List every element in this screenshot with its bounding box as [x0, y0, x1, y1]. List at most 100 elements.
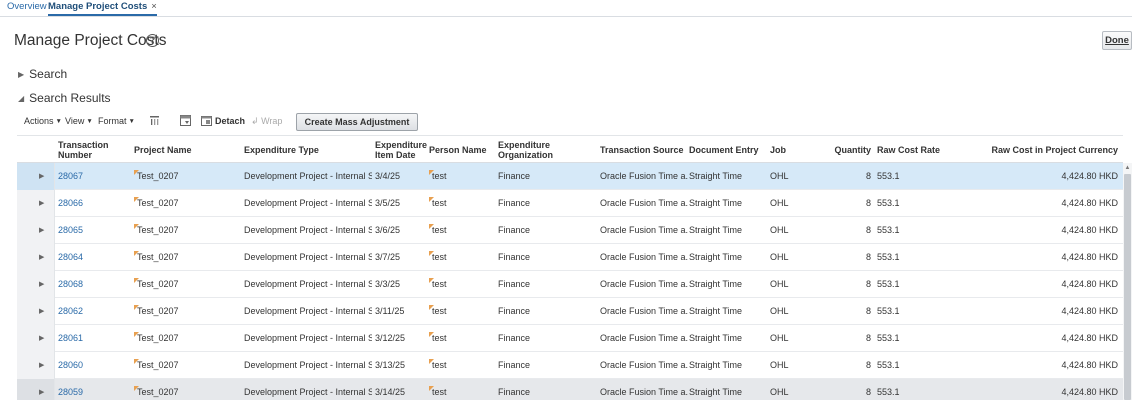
table-row[interactable]: ▶ 28059 Test_0207 Development Project - Int… — [17, 379, 1123, 400]
expenditure-org-cell: Finance — [498, 360, 531, 370]
table-row[interactable]: ▶ 28061 Test_0207 Development Project - Int… — [17, 325, 1123, 352]
col-project-name[interactable]: Project Name — [134, 136, 234, 164]
expenditure-type-cell: Development Project - Internal Staf... — [244, 333, 372, 343]
expand-row-icon[interactable]: ▶ — [39, 352, 44, 379]
col-quantity[interactable]: Quantity — [827, 136, 871, 164]
col-job[interactable]: Job — [770, 136, 800, 164]
col-transaction-number[interactable]: Transaction Number — [58, 136, 118, 164]
transaction-number-link[interactable]: 28065 — [58, 217, 118, 244]
col-raw-cost-rate[interactable]: Raw Cost Rate — [877, 136, 957, 164]
search-results-label: Search Results — [29, 91, 111, 105]
job-cell: OHL — [770, 387, 789, 397]
transaction-source-cell: Oracle Fusion Time a... — [600, 225, 688, 235]
table-row[interactable]: ▶ 28067 Test_0207 Development Project - Int… — [17, 163, 1123, 190]
query-by-example-icon[interactable] — [180, 115, 191, 126]
job-cell: OHL — [770, 225, 789, 235]
tab-overview[interactable]: Overview — [7, 1, 47, 12]
project-name-cell: Test_0207 — [137, 306, 179, 316]
scroll-thumb[interactable] — [1124, 174, 1131, 400]
expand-row-icon[interactable]: ▶ — [39, 217, 44, 244]
document-entry-cell: Straight Time — [689, 387, 743, 397]
person-name-cell: test — [432, 279, 447, 289]
row-header[interactable] — [17, 298, 55, 325]
document-entry-cell: Straight Time — [689, 333, 743, 343]
expand-row-icon[interactable]: ▶ — [39, 163, 44, 190]
raw-cost-rate-cell: 553.1 — [877, 360, 900, 370]
table-row[interactable]: ▶ 28068 Test_0207 Development Project - Int… — [17, 271, 1123, 298]
transaction-number-link[interactable]: 28067 — [58, 163, 118, 190]
expenditure-type-cell: Development Project - Internal Staf... — [244, 360, 372, 370]
col-expenditure-organization[interactable]: Expenditure Organization — [498, 136, 568, 164]
search-results-section-header[interactable]: ◢ Search Results — [18, 91, 111, 105]
create-mass-adjustment-button[interactable]: Create Mass Adjustment — [296, 113, 418, 131]
raw-cost-cell: 4,424.80 HKD — [1061, 198, 1118, 208]
transaction-number-link[interactable]: 28060 — [58, 352, 118, 379]
transaction-number-link[interactable]: 28059 — [58, 379, 118, 400]
dropdown-caret-icon: ▼ — [128, 118, 135, 125]
format-menu[interactable]: Format ▼ — [98, 116, 135, 126]
table-row[interactable]: ▶ 28066 Test_0207 Development Project - Int… — [17, 190, 1123, 217]
row-header[interactable] — [17, 271, 55, 298]
expenditure-date-cell: 3/4/25 — [375, 171, 401, 181]
expenditure-type-cell: Development Project - Internal Staf... — [244, 279, 372, 289]
vertical-scrollbar[interactable]: ▲ — [1123, 163, 1132, 400]
raw-cost-rate-cell: 553.1 — [877, 306, 900, 316]
wrap-button[interactable]: ↲ Wrap — [251, 116, 282, 127]
tab-manage-project-costs[interactable]: Manage Project Costs × — [48, 1, 157, 16]
scroll-up-arrow-icon[interactable]: ▲ — [1123, 163, 1132, 173]
table-row[interactable]: ▶ 28065 Test_0207 Development Project - Int… — [17, 217, 1123, 244]
close-tab-icon[interactable]: × — [151, 1, 157, 12]
quantity-cell: 8 — [865, 333, 871, 343]
row-header[interactable] — [17, 352, 55, 379]
view-menu[interactable]: View ▼ — [65, 116, 93, 126]
detach-icon[interactable] — [201, 115, 212, 126]
col-expenditure-item-date[interactable]: Expenditure Item Date — [375, 136, 427, 164]
expand-row-icon[interactable]: ▶ — [39, 271, 44, 298]
col-raw-cost-project-currency[interactable]: Raw Cost in Project Currency — [977, 136, 1118, 164]
expand-row-icon[interactable]: ▶ — [39, 298, 44, 325]
table-row[interactable]: ▶ 28064 Test_0207 Development Project - Int… — [17, 244, 1123, 271]
table-row[interactable]: ▶ 28062 Test_0207 Development Project - Int… — [17, 298, 1123, 325]
person-name-cell: test — [432, 171, 447, 181]
expenditure-org-cell: Finance — [498, 279, 531, 289]
expand-row-icon[interactable]: ▶ — [39, 325, 44, 352]
row-header[interactable] — [17, 379, 55, 400]
expenditure-org-cell: Finance — [498, 306, 531, 316]
help-icon[interactable]: ? — [146, 34, 159, 47]
project-name-cell: Test_0207 — [137, 333, 179, 343]
expenditure-org-cell: Finance — [498, 171, 531, 181]
row-header[interactable] — [17, 217, 55, 244]
col-transaction-source[interactable]: Transaction Source — [600, 136, 690, 164]
table-row[interactable]: ▶ 28060 Test_0207 Development Project - Int… — [17, 352, 1123, 379]
table-header: Transaction Number Project Name Expendit… — [17, 135, 1123, 163]
transaction-number-link[interactable]: 28066 — [58, 190, 118, 217]
expand-row-icon[interactable]: ▶ — [39, 244, 44, 271]
expenditure-type-cell: Development Project - Internal Staf... — [244, 252, 372, 262]
expenditure-org-cell: Finance — [498, 333, 531, 343]
col-person-name[interactable]: Person Name — [429, 136, 495, 164]
transaction-number-link[interactable]: 28068 — [58, 271, 118, 298]
job-cell: OHL — [770, 171, 789, 181]
document-entry-cell: Straight Time — [689, 225, 743, 235]
expand-row-icon[interactable]: ▶ — [39, 379, 44, 400]
freeze-columns-icon[interactable] — [149, 115, 160, 126]
transaction-number-link[interactable]: 28061 — [58, 325, 118, 352]
actions-menu[interactable]: Actions ▼ — [24, 116, 62, 126]
row-header[interactable] — [17, 190, 55, 217]
transaction-number-link[interactable]: 28064 — [58, 244, 118, 271]
detach-button[interactable]: Detach — [215, 116, 245, 126]
col-document-entry[interactable]: Document Entry — [689, 136, 761, 164]
results-table: Transaction Number Project Name Expendit… — [17, 135, 1123, 400]
search-section-header[interactable]: ▶ Search — [18, 67, 67, 81]
tab-label: Manage Project Costs — [48, 1, 148, 12]
wrap-icon: ↲ — [251, 116, 259, 126]
row-header[interactable] — [17, 163, 55, 190]
row-header[interactable] — [17, 244, 55, 271]
done-button[interactable]: Done — [1102, 31, 1132, 50]
col-expenditure-type[interactable]: Expenditure Type — [244, 136, 364, 164]
raw-cost-cell: 4,424.80 HKD — [1061, 306, 1118, 316]
transaction-number-link[interactable]: 28062 — [58, 298, 118, 325]
expand-row-icon[interactable]: ▶ — [39, 190, 44, 217]
row-header[interactable] — [17, 325, 55, 352]
transaction-source-cell: Oracle Fusion Time a... — [600, 171, 688, 181]
